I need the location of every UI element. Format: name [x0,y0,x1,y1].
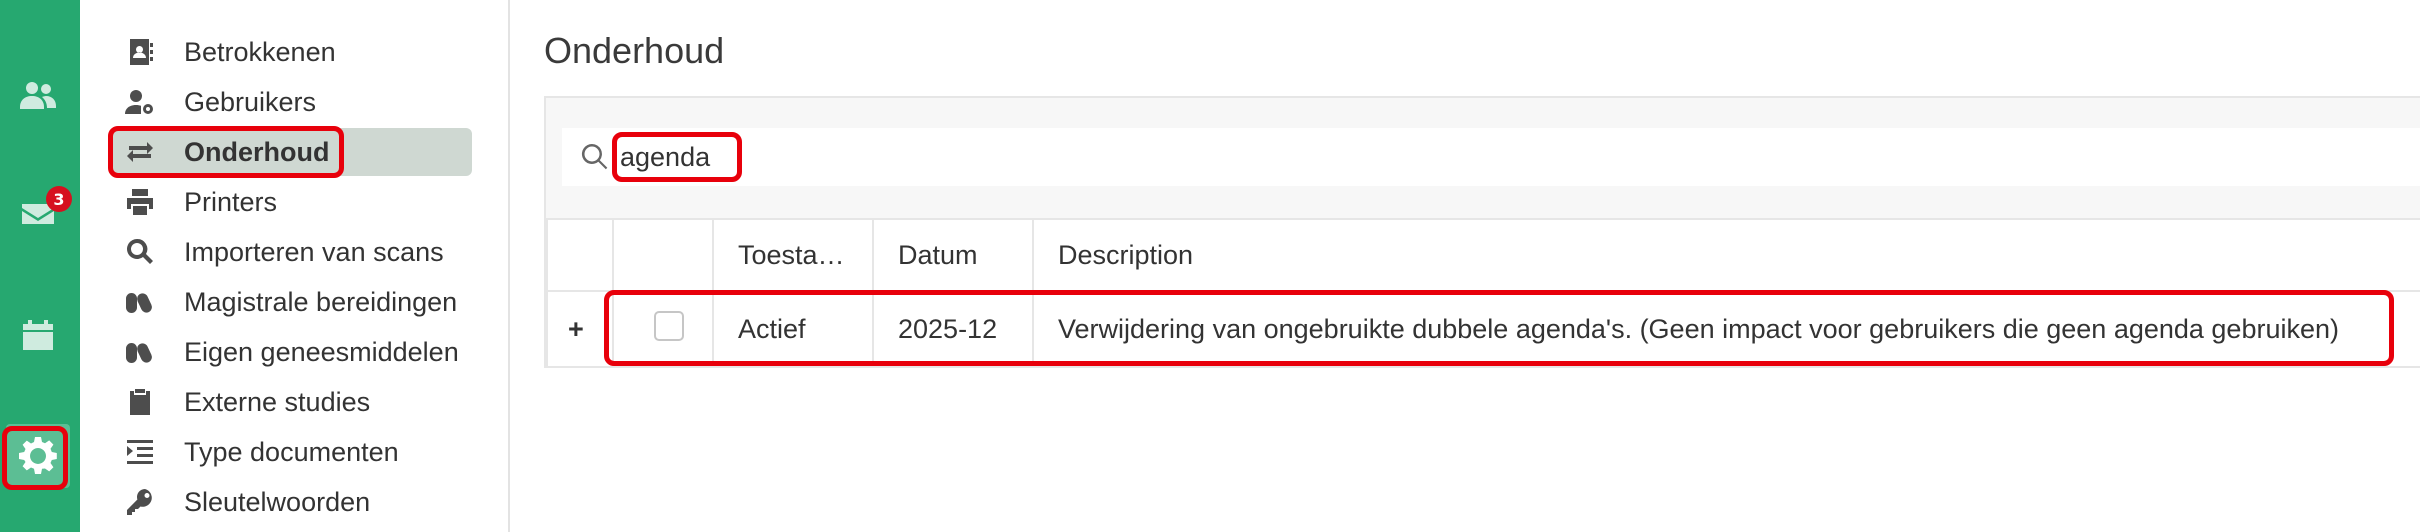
column-header-status[interactable]: Toesta… [712,218,874,292]
app-rail: 3 [0,0,80,532]
clipboard-icon [120,382,160,422]
contact-book-icon [120,32,160,72]
messages-badge: 3 [46,186,72,212]
column-header-date[interactable]: Datum [872,218,1034,292]
row-checkbox[interactable] [654,310,684,341]
nav-item-betrokkenen[interactable]: Betrokkenen [112,28,552,76]
column-header-expand [546,218,614,292]
nav-item-label: Gebruikers [184,86,317,117]
expand-row-button[interactable]: + [546,290,614,368]
rail-users-button[interactable] [6,66,70,130]
table-row[interactable]: + Actief 2025-12 Verwijdering van ongebr… [546,290,2420,368]
rail-messages-button[interactable]: 3 [6,184,72,248]
status-cell: Actief [712,290,874,368]
search-box [562,128,2420,186]
nav-item-label: Onderhoud [184,136,330,167]
key-icon [120,482,160,522]
nav-item-onderhoud[interactable]: Onderhoud [112,128,472,176]
calendar-icon [18,316,58,361]
nav-item-label: Externe studies [184,386,371,417]
page-title: Onderhoud [544,30,725,71]
users-icon [18,76,58,121]
nav-item-externe-studies[interactable]: Externe studies [112,378,552,426]
nav-item-label: Sleutelwoorden [184,486,371,517]
main-content: Onderhoud Toesta… Datum Description + [512,0,2420,532]
nav-item-label: Betrokkenen [184,36,336,67]
nav-item-gebruikers[interactable]: Gebruikers [112,78,552,126]
settings-nav: Betrokkenen Gebruikers Onderhoud Printer… [80,0,510,532]
nav-item-type-documenten[interactable]: Type documenten [112,428,552,476]
description-cell: Verwijdering van ongebruikte dubbele age… [1032,290,2420,368]
nav-item-label: Magistrale bereidingen [184,286,458,317]
date-cell: 2025-12 [872,290,1034,368]
swap-arrows-icon [120,132,160,172]
table-header-row: Toesta… Datum Description [546,218,2420,292]
search-icon [120,232,160,272]
search-icon [580,142,610,172]
rail-settings-button[interactable] [6,424,70,488]
nav-item-label: Printers [184,186,278,217]
maintenance-table: Toesta… Datum Description + Actief 2025-… [546,218,2420,368]
nav-item-label: Importeren van scans [184,236,444,267]
nav-item-label: Type documenten [184,436,399,467]
capsules-icon [120,282,160,322]
column-header-description[interactable]: Description [1032,218,2420,292]
search-input[interactable] [620,136,1020,178]
nav-item-label: Eigen geneesmiddelen [184,336,459,367]
printer-icon [120,182,160,222]
rail-calendar-button[interactable] [6,306,70,370]
gear-icon [18,434,58,479]
maintenance-panel: Toesta… Datum Description + Actief 2025-… [544,96,2420,368]
nav-item-sleutelwoorden[interactable]: Sleutelwoorden [112,478,552,526]
capsules-icon [120,332,160,372]
column-header-select [612,218,714,292]
nav-item-importeren[interactable]: Importeren van scans [112,228,552,276]
user-gear-icon [120,82,160,122]
nav-item-printers[interactable]: Printers [112,178,552,226]
row-select-cell [612,290,714,368]
nav-item-eigen-geneesmiddelen[interactable]: Eigen geneesmiddelen [112,328,552,376]
nav-item-magistrale[interactable]: Magistrale bereidingen [112,278,552,326]
indent-list-icon [120,432,160,472]
